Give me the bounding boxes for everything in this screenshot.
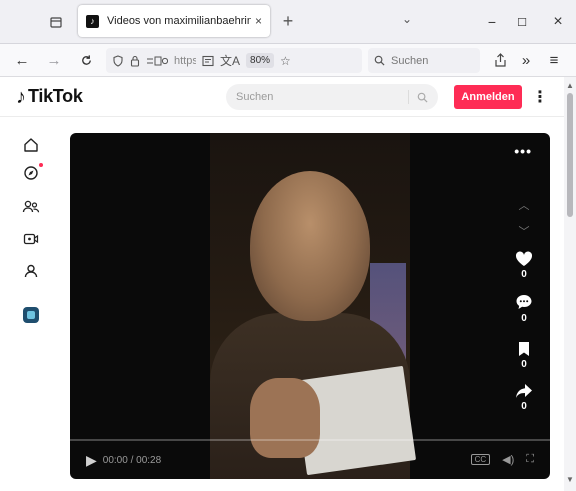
- more-options-icon[interactable]: ⋮: [532, 85, 548, 109]
- menu-icon[interactable]: ≡: [542, 48, 566, 72]
- tiktok-logo[interactable]: ♪ TikTok: [16, 86, 83, 107]
- forward-icon[interactable]: →: [42, 48, 66, 72]
- navigation-bar: ← → https:// 文A 80% ☆ Suchen » ≡: [0, 44, 576, 77]
- scroll-down-icon[interactable]: ▼: [564, 475, 576, 484]
- video-person-head: [250, 171, 370, 321]
- url-text: https://: [174, 54, 196, 67]
- maximize-button[interactable]: ☐: [510, 10, 534, 34]
- login-button[interactable]: Anmelden: [454, 85, 522, 109]
- back-icon[interactable]: ←: [10, 48, 34, 72]
- tab-title: Videos von maximilianbaehring: [107, 15, 251, 27]
- search-divider: [408, 90, 409, 104]
- active-tab[interactable]: ♪ Videos von maximilianbaehring ×: [78, 5, 270, 37]
- shield-icon[interactable]: [112, 54, 124, 67]
- lock-icon[interactable]: [130, 55, 140, 67]
- fullscreen-icon[interactable]: ⛶: [526, 453, 534, 466]
- close-window-button[interactable]: ×: [546, 10, 570, 34]
- url-bar[interactable]: https:// 文A 80% ☆: [106, 48, 362, 73]
- share-button[interactable]: 0: [512, 383, 536, 412]
- browser-tab-strip: ♪ Videos von maximilianbaehring × + ⌄ − …: [0, 0, 576, 44]
- volume-icon[interactable]: ◀): [502, 453, 514, 466]
- captions-button[interactable]: CC: [470, 454, 491, 465]
- share-icon[interactable]: [488, 48, 512, 72]
- page-scrollbar[interactable]: ▲ ▼: [564, 77, 576, 491]
- search-icon[interactable]: [417, 92, 428, 103]
- video-player[interactable]: ••• ︿ ﹀ 0 0 0 0 ▶ 00:00 / 00:28 CC ◀) ⛶: [70, 133, 550, 479]
- close-tab-icon[interactable]: ×: [255, 14, 262, 28]
- reader-view-icon[interactable]: [202, 55, 214, 67]
- scroll-up-icon[interactable]: ▲: [564, 81, 576, 90]
- browser-search-bar[interactable]: Suchen: [368, 48, 480, 73]
- share-count: 0: [521, 401, 527, 412]
- tiktok-note-icon: ♪: [16, 85, 26, 108]
- comment-icon: [516, 295, 532, 309]
- play-icon[interactable]: ▶: [86, 452, 97, 469]
- tiktok-sidebar: [0, 117, 62, 479]
- tiktok-search-placeholder: Suchen: [236, 91, 274, 103]
- tab-list-icon[interactable]: [44, 10, 68, 34]
- app-icon[interactable]: [18, 303, 44, 327]
- list-all-tabs-icon[interactable]: ⌄: [402, 12, 412, 26]
- translate-icon[interactable]: 文A: [220, 52, 240, 69]
- player-more-icon[interactable]: •••: [514, 143, 532, 159]
- zoom-level-badge[interactable]: 80%: [246, 53, 275, 68]
- player-controls: ▶ 00:00 / 00:28 CC ◀) ⛶: [70, 445, 550, 475]
- live-icon[interactable]: [18, 227, 44, 251]
- save-button[interactable]: 0: [512, 341, 536, 370]
- overflow-icon[interactable]: »: [514, 48, 538, 72]
- progress-bar[interactable]: [70, 439, 550, 441]
- save-count: 0: [521, 359, 527, 370]
- minimize-button[interactable]: −: [480, 10, 504, 34]
- tiktok-header: ♪ TikTok Suchen Anmelden ⋮: [0, 77, 564, 117]
- reload-icon[interactable]: [74, 48, 98, 72]
- comment-count: 0: [521, 313, 527, 324]
- tiktok-logo-text: TikTok: [28, 86, 83, 106]
- browser-search-placeholder: Suchen: [391, 54, 429, 67]
- share-arrow-icon: [516, 384, 532, 398]
- like-button[interactable]: 0: [512, 251, 536, 280]
- bookmark-icon: [519, 342, 529, 356]
- scrollbar-thumb[interactable]: [567, 93, 573, 217]
- heart-icon: [515, 251, 533, 266]
- explore-icon[interactable]: [18, 161, 44, 185]
- like-count: 0: [521, 269, 527, 280]
- comment-button[interactable]: 0: [512, 293, 536, 324]
- search-icon: [374, 55, 385, 66]
- profile-icon[interactable]: [18, 259, 44, 283]
- new-tab-button[interactable]: +: [276, 9, 300, 33]
- playback-time: 00:00 / 00:28: [102, 454, 162, 466]
- permissions-icon[interactable]: [146, 55, 168, 67]
- following-icon[interactable]: [18, 195, 44, 219]
- player-controls-right: CC ◀) ⛶: [470, 453, 534, 466]
- previous-video-icon[interactable]: ︿: [514, 197, 534, 213]
- star-icon[interactable]: ☆: [280, 54, 291, 68]
- home-icon[interactable]: [18, 133, 44, 157]
- notification-dot: [39, 163, 43, 167]
- tiktok-favicon-icon: ♪: [86, 14, 99, 28]
- tiktok-search-input[interactable]: Suchen: [226, 84, 438, 110]
- next-video-icon[interactable]: ﹀: [514, 223, 534, 239]
